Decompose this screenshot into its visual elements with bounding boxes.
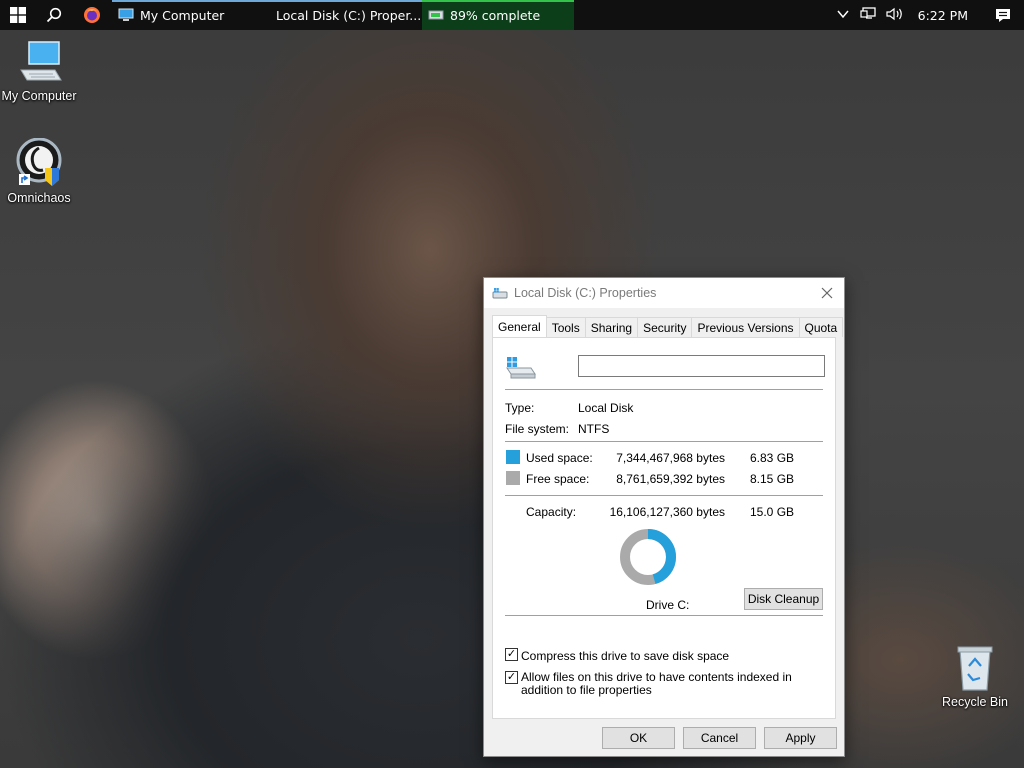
network-icon[interactable] — [860, 6, 876, 24]
file-system-value: NTFS — [578, 422, 610, 436]
taskbar-task-label: My Computer — [140, 7, 225, 23]
drive-label: Drive C: — [646, 598, 690, 612]
disk-usage-donut — [620, 529, 676, 585]
taskbar-task-my-computer[interactable]: My Computer — [112, 0, 264, 30]
apply-button[interactable]: Apply — [764, 727, 837, 749]
local-disk-icon — [506, 357, 536, 379]
capacity-label: Capacity: — [526, 505, 577, 519]
tab-sharing[interactable]: Sharing — [584, 317, 639, 337]
dialog-title-bar[interactable]: Local Disk (C:) Properties — [484, 278, 844, 308]
tab-previous-versions[interactable]: Previous Versions — [691, 317, 800, 337]
used-space-swatch — [506, 450, 520, 464]
chevron-up-icon[interactable] — [836, 7, 850, 24]
taskbar-clock[interactable]: 6:22 PM — [918, 8, 968, 23]
index-label[interactable]: Allow files on this drive to have conten… — [521, 671, 821, 697]
system-tray: 6:22 PM — [836, 0, 1024, 30]
firefox-taskbar-button[interactable] — [72, 0, 112, 30]
compress-checkbox[interactable]: ✓ — [505, 648, 518, 661]
taskbar-task-disk-properties[interactable]: Local Disk (C:) Proper... — [264, 0, 422, 30]
free-space-gb: 8.15 GB — [750, 472, 795, 486]
used-space-bytes: 7,344,467,968 bytes — [616, 451, 725, 465]
tab-security[interactable]: Security — [637, 317, 693, 337]
desktop-icon-label: Omnichaos — [7, 191, 71, 205]
taskbar: My Computer Local Disk (C:) Proper... 89… — [0, 0, 1024, 30]
tab-quota[interactable]: Quota — [798, 317, 844, 337]
used-space-label: Used space: — [526, 451, 593, 465]
ok-button[interactable]: OK — [602, 727, 675, 749]
separator — [505, 495, 823, 496]
taskbar-task-label: Local Disk (C:) Proper... — [276, 7, 422, 23]
free-space-swatch — [506, 471, 520, 485]
general-tab-panel: Type: Local Disk File system: NTFS Used … — [492, 337, 836, 719]
capacity-bytes: 16,106,127,360 bytes — [609, 505, 725, 519]
firefox-icon — [84, 7, 100, 23]
separator — [505, 615, 823, 616]
taskbar-task-label: 89% complete — [450, 7, 541, 23]
free-space-bytes: 8,761,659,392 bytes — [616, 472, 725, 486]
disk-cleanup-button[interactable]: Disk Cleanup — [744, 588, 823, 610]
copy-progress-icon — [428, 10, 444, 20]
tab-tools[interactable]: Tools — [545, 317, 586, 337]
action-center-icon[interactable] — [988, 8, 1018, 23]
checkmark-icon: ✓ — [506, 671, 517, 683]
type-label: Type: — [505, 401, 535, 415]
close-icon — [821, 287, 833, 299]
desktop-icon-omnichaos[interactable]: Omnichaos — [0, 138, 81, 205]
cancel-button[interactable]: Cancel — [683, 727, 756, 749]
checkmark-icon: ✓ — [506, 648, 517, 660]
tab-strip: General Tools Sharing Security Previous … — [492, 315, 844, 337]
desktop-icon-label: My Computer — [1, 89, 77, 103]
compress-label[interactable]: Compress this drive to save disk space — [521, 649, 729, 663]
file-system-label: File system: — [505, 422, 570, 436]
volume-label-input[interactable] — [578, 355, 825, 377]
capacity-gb: 15.0 GB — [750, 505, 795, 519]
drive-icon — [492, 287, 508, 298]
separator — [505, 389, 823, 390]
separator — [505, 441, 823, 442]
start-button[interactable] — [0, 0, 36, 30]
windows-logo-icon — [10, 7, 26, 23]
search-button[interactable] — [36, 0, 72, 30]
computer-icon — [20, 41, 62, 81]
tab-general[interactable]: General — [492, 315, 547, 337]
dialog-title: Local Disk (C:) Properties — [514, 286, 657, 300]
type-value: Local Disk — [578, 401, 634, 415]
properties-dialog: Local Disk (C:) Properties General Tools… — [483, 277, 845, 757]
close-button[interactable] — [810, 278, 844, 308]
index-checkbox[interactable]: ✓ — [505, 671, 518, 684]
desktop-icon-recycle-bin[interactable]: Recycle Bin — [933, 644, 1017, 709]
search-icon — [46, 7, 62, 23]
used-space-gb: 6.83 GB — [750, 451, 795, 465]
desktop-icon-my-computer[interactable]: My Computer — [0, 40, 81, 103]
desktop-icon-label: Recycle Bin — [942, 695, 1008, 709]
omnichaos-shortcut-icon — [16, 138, 62, 186]
computer-icon — [118, 8, 134, 21]
volume-icon[interactable] — [886, 7, 904, 24]
recycle-bin-icon — [957, 646, 993, 691]
taskbar-task-copy-progress[interactable]: 89% complete — [422, 0, 574, 30]
free-space-label: Free space: — [526, 472, 590, 486]
